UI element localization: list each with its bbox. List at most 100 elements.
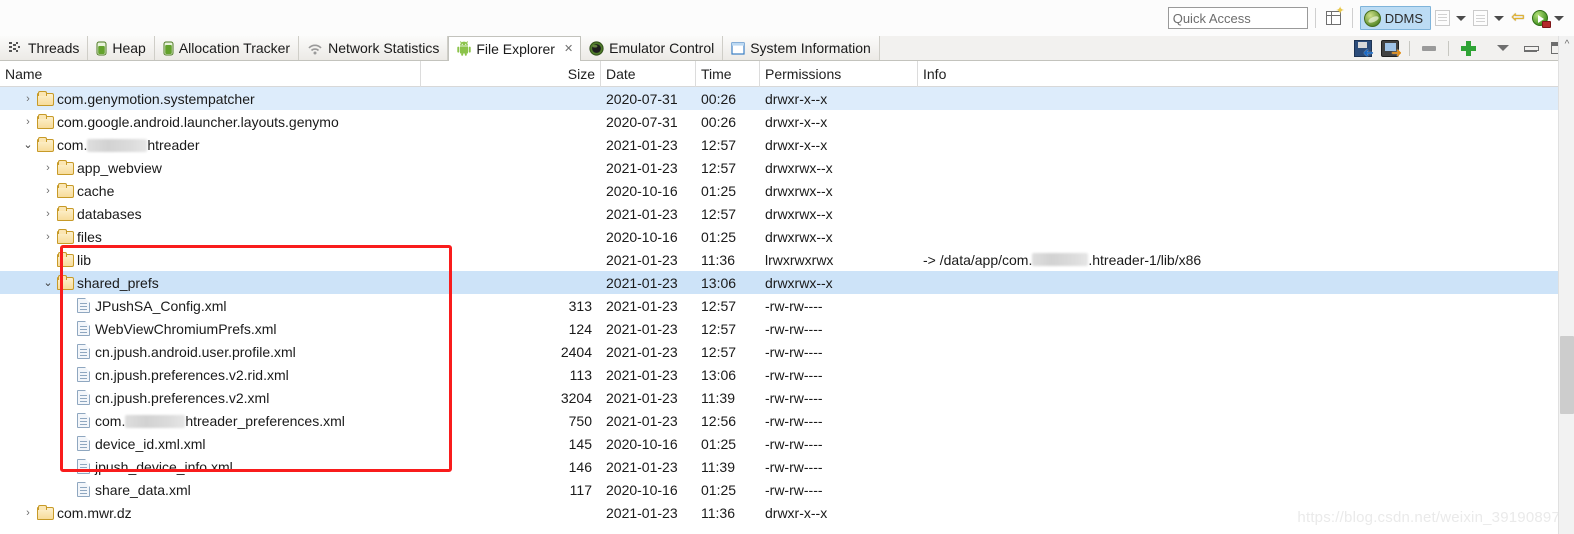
file-tree-rows[interactable]: › com.genymotion.systempatcher 2020-07-31 0…	[0, 87, 1574, 533]
row-name-cell[interactable]: › com.genymotion.systempatcher	[0, 87, 421, 110]
perspective-ddms-button[interactable]: DDMS	[1359, 6, 1431, 30]
table-row[interactable]: JPushSA_Config.xml 313 2021-01-23 12:57 -rw-…	[0, 294, 1574, 317]
row-name-cell[interactable]: WebViewChromiumPrefs.xml	[0, 317, 421, 340]
row-date-cell: 2021-01-23	[606, 504, 678, 521]
row-permissions-cell: -rw-rw----	[765, 435, 823, 452]
table-row[interactable]: com. htreader_preferences.xml 750 2021-01-2…	[0, 409, 1574, 432]
table-row[interactable]: cn.jpush.preferences.v2.rid.xml 113 2021-0…	[0, 363, 1574, 386]
row-name-cell[interactable]: lib	[0, 248, 421, 271]
delete-button[interactable]	[1418, 37, 1440, 59]
run-dropdown-icon[interactable]	[1554, 15, 1564, 21]
row-name-cell[interactable]: › com.mwr.dz	[0, 501, 421, 524]
step-into-dropdown-icon[interactable]	[1456, 15, 1466, 21]
row-name-cell[interactable]: ⌄ com. htreader	[0, 133, 421, 156]
row-info-cell	[918, 455, 1538, 478]
table-row[interactable]: › com.google.android.launcher.layouts.gen…	[0, 110, 1574, 133]
row-name-cell[interactable]: › databases	[0, 202, 421, 225]
vertical-scrollbar-thumb[interactable]	[1560, 336, 1574, 414]
chevron-right-icon[interactable]: ›	[22, 507, 34, 519]
row-name-cell[interactable]: JPushSA_Config.xml	[0, 294, 421, 317]
tab-label: Threads	[28, 40, 80, 56]
quick-access-input[interactable]: Quick Access	[1167, 7, 1308, 29]
row-name-cell[interactable]: ⌄ shared_prefs	[0, 271, 421, 294]
push-file-onto-device-button[interactable]	[1379, 37, 1402, 59]
row-size-cell	[421, 271, 597, 294]
table-row[interactable]: cn.jpush.android.user.profile.xml 2404 202…	[0, 340, 1574, 363]
run-icon[interactable]	[1529, 7, 1551, 29]
vertical-scrollbar[interactable]: ^	[1558, 36, 1574, 534]
table-row[interactable]: lib 2021-01-23 11:36 lrwxrwxrwx -> /data/app…	[0, 248, 1574, 271]
column-header-size[interactable]: Size	[421, 61, 601, 87]
chevron-right-icon[interactable]: ›	[42, 208, 54, 220]
chevron-right-icon[interactable]: ›	[42, 185, 54, 197]
table-row[interactable]: › app_webview 2021-01-23 12:57 drwxrwx--x	[0, 156, 1574, 179]
chevron-right-icon[interactable]: ›	[22, 116, 34, 128]
column-header-date[interactable]: Date	[601, 61, 696, 87]
table-row[interactable]: jpush_device_info.xml 146 2021-01-23 11:39 -…	[0, 455, 1574, 478]
table-row[interactable]: › databases 2021-01-23 12:57 drwxrwx--x	[0, 202, 1574, 225]
row-permissions-cell: -rw-rw----	[765, 412, 823, 429]
row-name-cell[interactable]: cn.jpush.android.user.profile.xml	[0, 340, 421, 363]
row-date-cell: 2021-01-23	[606, 297, 678, 314]
file-icon	[77, 344, 90, 359]
table-row[interactable]: device_id.xml.xml 145 2020-10-16 01:25 -rw-r…	[0, 432, 1574, 455]
row-name-cell[interactable]: › files	[0, 225, 421, 248]
chevron-down-icon[interactable]: ⌄	[42, 276, 54, 289]
column-header-info[interactable]: Info	[918, 61, 1558, 87]
chevron-right-icon[interactable]: ›	[42, 162, 54, 174]
row-name-cell[interactable]: share_data.xml	[0, 478, 421, 501]
row-size-cell: 145	[568, 435, 592, 452]
row-info-cell	[918, 363, 1538, 386]
row-name-cell[interactable]: com. htreader_preferences.xml	[0, 409, 421, 432]
row-name-cell[interactable]: › com.google.android.launcher.layouts.gen…	[0, 110, 421, 133]
heap-icon	[96, 41, 107, 55]
table-row[interactable]: cn.jpush.preferences.v2.xml 3204 2021-01-2…	[0, 386, 1574, 409]
step-out-icon[interactable]	[1469, 7, 1491, 29]
view-menu-button[interactable]	[1492, 37, 1514, 59]
pull-file-from-device-button[interactable]	[1352, 37, 1374, 59]
column-header-name[interactable]: Name	[0, 61, 421, 87]
tab-heap[interactable]: Heap	[88, 36, 155, 60]
tab-network-statistics[interactable]: Network Statistics	[299, 36, 449, 60]
chevron-right-icon[interactable]: ›	[22, 93, 34, 105]
back-arrow-icon[interactable]: ⇦	[1507, 7, 1529, 29]
row-time-cell: 00:26	[701, 113, 737, 130]
step-into-icon[interactable]	[1431, 7, 1453, 29]
minimize-button[interactable]	[1519, 37, 1541, 59]
row-name-cell[interactable]: cn.jpush.preferences.v2.rid.xml	[0, 363, 421, 386]
column-header-time[interactable]: Time	[696, 61, 760, 87]
scroll-up-button[interactable]: ^	[1559, 36, 1574, 52]
table-row[interactable]: › files 2020-10-16 01:25 drwxrwx--x	[0, 225, 1574, 248]
table-row[interactable]: › com.mwr.dz 2021-01-23 11:36 drwxr-x--x	[0, 501, 1574, 524]
folder-icon	[37, 136, 54, 152]
table-row[interactable]: WebViewChromiumPrefs.xml 124 2021-01-23 12:…	[0, 317, 1574, 340]
chevron-down-icon[interactable]: ⌄	[22, 138, 34, 151]
view-toolbar	[1348, 36, 1574, 60]
tab-emulator-control[interactable]: Emulator Control	[581, 36, 724, 60]
row-name-cell[interactable]: cn.jpush.preferences.v2.xml	[0, 386, 421, 409]
new-perspective-icon[interactable]: ✦	[1323, 6, 1345, 29]
close-icon[interactable]: ✕	[564, 42, 573, 55]
row-name-cell[interactable]: jpush_device_info.xml	[0, 455, 421, 478]
table-row[interactable]: ⌄ shared_prefs 2021-01-23 13:06 drwxrwx--x	[0, 271, 1574, 294]
new-folder-button[interactable]	[1457, 37, 1479, 59]
table-row[interactable]: share_data.xml 117 2020-10-16 01:25 -rw-rw--…	[0, 478, 1574, 501]
row-time-cell: 12:56	[701, 412, 737, 429]
chevron-right-icon[interactable]: ›	[42, 231, 54, 243]
step-out-dropdown-icon[interactable]	[1494, 15, 1504, 21]
file-icon	[77, 390, 90, 405]
tab-threads[interactable]: Threads	[0, 36, 89, 60]
tab-system-information[interactable]: System Information	[723, 36, 880, 60]
row-name-cell[interactable]: device_id.xml.xml	[0, 432, 421, 455]
tab-file-explorer[interactable]: File Explorer ✕	[448, 36, 582, 61]
table-row[interactable]: › com.genymotion.systempatcher 2020-07-31 0…	[0, 87, 1574, 110]
row-name-cell[interactable]: › app_webview	[0, 156, 421, 179]
row-name-cell[interactable]: › cache	[0, 179, 421, 202]
row-time-cell: 11:39	[701, 458, 735, 475]
tab-allocation-tracker[interactable]: Allocation Tracker	[154, 36, 300, 60]
column-header-permissions[interactable]: Permissions	[760, 61, 918, 87]
table-row[interactable]: ⌄ com. htreader 2021-01-23 12:57 drwxr-x--x	[0, 133, 1574, 156]
row-size-cell: 117	[569, 481, 592, 498]
table-row[interactable]: › cache 2020-10-16 01:25 drwxrwx--x	[0, 179, 1574, 202]
perspective-ddms-label: DDMS	[1384, 10, 1423, 26]
